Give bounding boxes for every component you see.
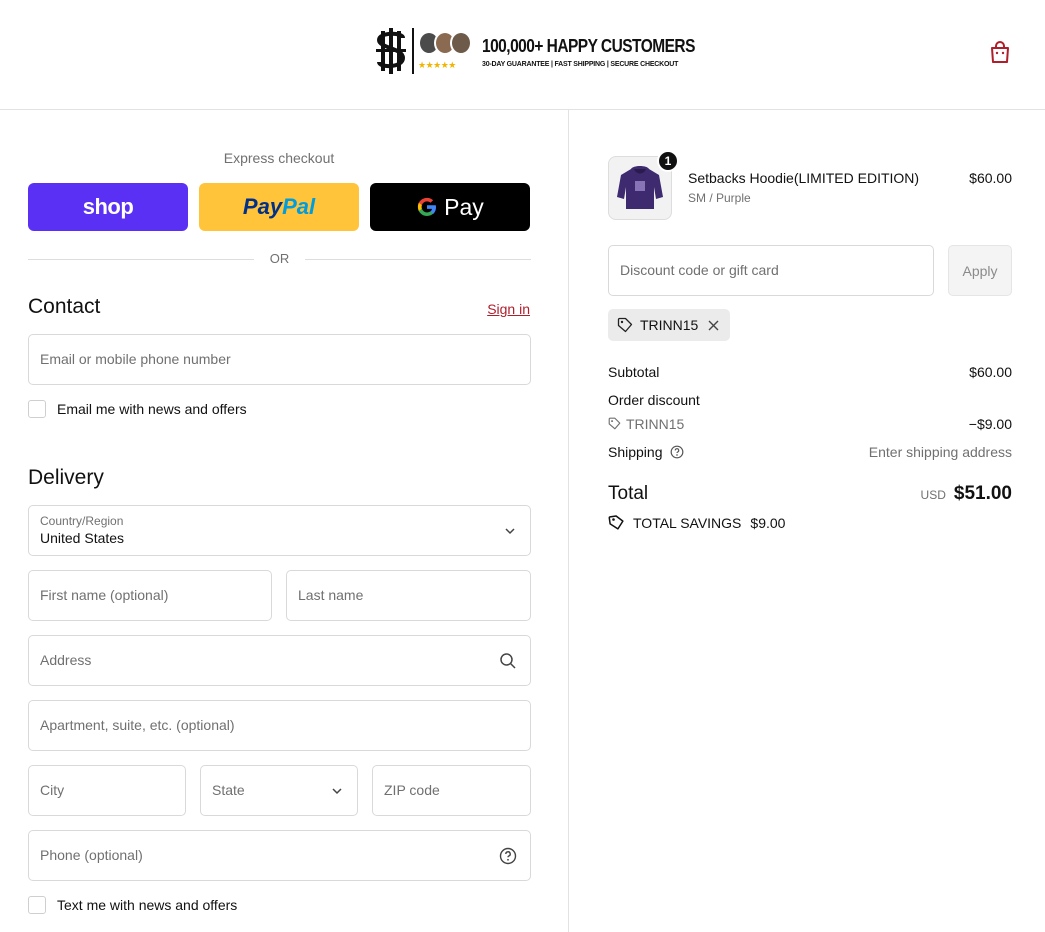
apply-discount-button[interactable]: Apply: [948, 245, 1012, 296]
email-field[interactable]: Email or mobile phone number: [28, 334, 531, 385]
paypal-label-part2: Pal: [282, 194, 316, 219]
applied-discount-chip: TRINN15: [608, 309, 731, 341]
discount-placeholder: Discount code or gift card: [620, 262, 779, 278]
checkout-form: Express checkout shop Pay Pal Pay OR Cont…: [0, 110, 569, 932]
email-news-label: Email me with news and offers: [57, 401, 247, 417]
express-checkout-label: Express checkout: [223, 150, 335, 166]
sign-in-link[interactable]: Sign in: [487, 301, 530, 317]
country-label: Country/Region: [40, 514, 124, 528]
discount-value: −$9.00: [968, 416, 1012, 432]
city-placeholder: City: [40, 782, 65, 798]
zip-placeholder: ZIP code: [384, 782, 440, 798]
help-circle-icon[interactable]: [670, 445, 684, 459]
text-news-checkbox-row[interactable]: Text me with news and offers: [28, 896, 237, 914]
happy-customers-headline: 100,000+ HAPPY CUSTOMERS: [482, 35, 695, 56]
chevron-down-icon: [332, 788, 342, 795]
last-name-field[interactable]: Last name: [286, 570, 531, 621]
product-price: $60.00: [969, 170, 1012, 186]
avatar: [450, 31, 472, 55]
shipping-row: Shipping Enter shipping address: [608, 444, 1012, 460]
trust-badges: 30-DAY GUARANTEE | FAST SHIPPING | SECUR…: [482, 60, 679, 68]
discount-code-row: TRINN15 −$9.00: [608, 416, 1012, 432]
first-name-placeholder: First name (optional): [40, 587, 169, 603]
city-field[interactable]: City: [28, 765, 186, 816]
savings-tag-icon: [608, 515, 624, 530]
paypal-label-part1: Pay: [242, 194, 283, 219]
total-savings-label: TOTAL SAVINGS: [633, 514, 742, 531]
state-select[interactable]: State: [200, 765, 358, 816]
shipping-value: Enter shipping address: [868, 444, 1012, 460]
phone-placeholder: Phone (optional): [40, 847, 143, 863]
or-divider: OR: [28, 250, 531, 268]
logo-divider: [412, 28, 414, 74]
tag-icon: [608, 417, 621, 430]
search-icon: [500, 653, 516, 669]
delivery-title: Delivery: [28, 466, 104, 489]
google-pay-button[interactable]: Pay: [370, 183, 530, 231]
text-news-checkbox[interactable]: [28, 896, 46, 914]
chevron-down-icon: [505, 528, 515, 535]
total-amount: USD $51.00: [921, 483, 1012, 505]
address-field[interactable]: Address: [28, 635, 531, 686]
shipping-label: Shipping: [608, 444, 663, 460]
last-name-placeholder: Last name: [298, 587, 364, 603]
country-select[interactable]: Country/Region United States: [28, 505, 531, 556]
product-name: Setbacks Hoodie(LIMITED EDITION): [688, 170, 920, 186]
address-placeholder: Address: [40, 652, 92, 668]
quantity-badge: 1: [657, 150, 679, 172]
shop-pay-button[interactable]: shop: [28, 183, 188, 231]
subtotal-row: Subtotal $60.00: [608, 364, 1012, 380]
apartment-field[interactable]: Apartment, suite, etc. (optional): [28, 700, 531, 751]
google-pay-label: Pay: [444, 193, 484, 220]
total-value: $51.00: [953, 483, 1012, 504]
discount-code-field[interactable]: Discount code or gift card: [608, 245, 934, 296]
contact-title: Contact: [28, 295, 101, 318]
first-name-field[interactable]: First name (optional): [28, 570, 272, 621]
shopping-bag-icon[interactable]: [986, 38, 1014, 66]
remove-code-close-icon[interactable]: [707, 319, 720, 332]
google-g-icon: [418, 197, 437, 216]
text-news-label: Text me with news and offers: [57, 897, 238, 913]
discount-code-label: TRINN15: [626, 416, 685, 432]
customer-avatars: ★★★★★: [418, 31, 478, 71]
total-savings-value: $9.00: [750, 514, 786, 531]
shop-pay-label: shop: [82, 194, 134, 219]
zip-field[interactable]: ZIP code: [372, 765, 531, 816]
rating-stars: ★★★★★: [418, 60, 456, 70]
subtotal-value: $60.00: [969, 364, 1012, 380]
header: ★★★★★ 100,000+ HAPPY CUSTOMERS 30-DAY GU…: [0, 0, 1045, 110]
monogram-logo-icon: [376, 28, 406, 74]
apartment-placeholder: Apartment, suite, etc. (optional): [40, 717, 235, 733]
email-news-checkbox-row[interactable]: Email me with news and offers: [28, 400, 247, 418]
brand-logo[interactable]: ★★★★★ 100,000+ HAPPY CUSTOMERS 30-DAY GU…: [373, 26, 730, 76]
order-discount-label: Order discount: [608, 392, 700, 408]
subtotal-label: Subtotal: [608, 364, 660, 380]
tag-icon: [617, 317, 633, 333]
email-news-checkbox[interactable]: [28, 400, 46, 418]
or-label: OR: [269, 251, 290, 266]
order-discount-row: Order discount: [608, 392, 1012, 408]
phone-field[interactable]: Phone (optional): [28, 830, 531, 881]
paypal-button[interactable]: Pay Pal: [199, 183, 359, 231]
total-savings-row: TOTAL SAVINGS $9.00: [608, 514, 785, 531]
total-label: Total: [608, 483, 649, 504]
currency-code: USD: [920, 488, 946, 502]
state-placeholder: State: [212, 782, 245, 798]
email-placeholder: Email or mobile phone number: [40, 351, 231, 367]
applied-code-label: TRINN15: [640, 317, 699, 333]
product-variant: SM / Purple: [688, 191, 751, 205]
country-value: United States: [40, 530, 125, 546]
help-circle-icon[interactable]: [499, 847, 517, 865]
order-summary: 1 Setbacks Hoodie(LIMITED EDITION) SM / …: [570, 110, 1045, 932]
